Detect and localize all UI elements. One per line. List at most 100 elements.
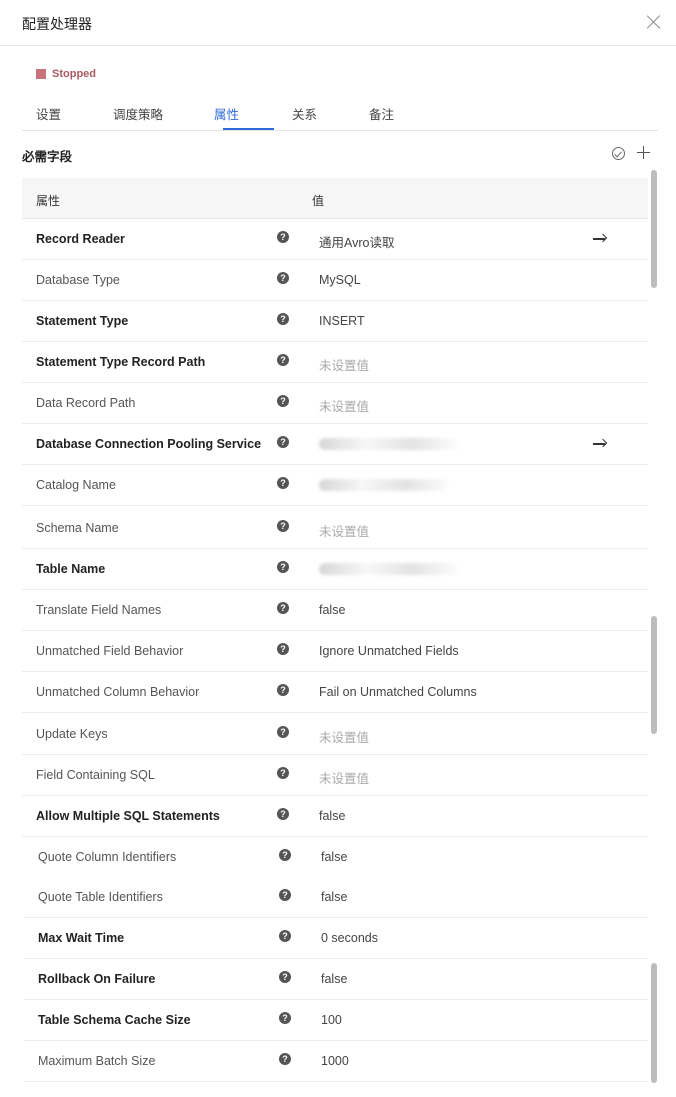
table-row[interactable]: Rollback On Failure? false xyxy=(24,959,648,1000)
table-row[interactable]: Schema Name? 未设置值 xyxy=(22,508,648,549)
property-name: Schema Name xyxy=(36,521,119,535)
help-icon[interactable]: ? xyxy=(277,726,289,738)
table-row[interactable]: Database Type? MySQL xyxy=(22,260,648,301)
property-name: Database Connection Pooling Service xyxy=(36,437,262,451)
tab-relationships[interactable]: 关系 xyxy=(292,104,317,123)
table-row[interactable]: Translate Field Names? false xyxy=(22,590,648,631)
property-name: Quote Table Identifiers xyxy=(38,890,163,904)
table-row[interactable]: Unmatched Field Behavior? Ignore Unmatche… xyxy=(22,631,648,672)
check-circle-icon[interactable] xyxy=(612,147,625,160)
table-row[interactable]: Record Reader? 通用Avro读取 xyxy=(22,219,648,260)
table-row[interactable]: Max Wait Time? 0 seconds xyxy=(24,918,648,959)
help-icon[interactable]: ? xyxy=(279,849,291,861)
help-icon[interactable]: ? xyxy=(279,1012,291,1024)
table-row[interactable]: Quote Column Identifiers? false xyxy=(24,837,648,878)
arrow-right-icon[interactable] xyxy=(593,443,605,445)
tab-properties[interactable]: 属性 xyxy=(214,104,239,123)
scrollbar-thumb[interactable] xyxy=(651,170,657,288)
property-value[interactable]: MySQL xyxy=(319,273,361,287)
property-value[interactable]: 0 seconds xyxy=(321,931,378,945)
help-icon[interactable]: ? xyxy=(277,395,289,407)
table-row[interactable]: Allow Multiple SQL Statements? false xyxy=(22,796,648,837)
help-icon[interactable]: ? xyxy=(277,272,289,284)
scrollbar-thumb[interactable] xyxy=(651,616,657,734)
table-row[interactable]: Unmatched Column Behavior? Fail on Unmatc… xyxy=(22,672,648,713)
property-name: Allow Multiple SQL Statements xyxy=(36,809,220,823)
property-value[interactable]: 未设置值 xyxy=(319,768,369,787)
tab-settings[interactable]: 设置 xyxy=(36,104,61,123)
property-value[interactable]: 未设置值 xyxy=(319,355,369,374)
property-value[interactable]: false xyxy=(319,603,345,617)
help-icon[interactable]: ? xyxy=(277,561,289,573)
property-name: Field Containing SQL xyxy=(36,768,155,782)
help-icon[interactable]: ? xyxy=(277,643,289,655)
property-name: Translate Field Names xyxy=(36,603,162,617)
table-row[interactable]: Table Name? xyxy=(22,549,648,590)
help-icon[interactable]: ? xyxy=(277,313,289,325)
status-indicator: Stopped xyxy=(36,68,96,80)
help-icon[interactable]: ? xyxy=(279,971,291,983)
property-name: Statement Type Record Path xyxy=(36,355,206,369)
help-icon[interactable]: ? xyxy=(277,808,289,820)
property-name: Statement Type xyxy=(36,314,129,328)
redacted-value xyxy=(319,563,459,575)
arrow-right-icon[interactable] xyxy=(593,238,605,240)
table-row[interactable]: Database Connection Pooling Service? xyxy=(22,424,648,465)
property-name: Table Schema Cache Size xyxy=(38,1013,191,1027)
help-icon[interactable]: ? xyxy=(277,684,289,696)
tab-scheduling[interactable]: 调度策略 xyxy=(113,104,163,123)
property-value[interactable]: INSERT xyxy=(319,314,365,328)
table-row[interactable]: Quote Table Identifiers? false xyxy=(24,877,648,918)
property-name: Maximum Batch Size xyxy=(38,1054,156,1068)
property-name: Update Keys xyxy=(36,727,108,741)
stopped-square-icon xyxy=(36,69,46,79)
property-value[interactable]: 1000 xyxy=(321,1054,349,1068)
property-value[interactable]: 未设置值 xyxy=(319,521,369,540)
property-value[interactable]: false xyxy=(321,850,347,864)
property-value[interactable]: 未设置值 xyxy=(319,727,369,746)
property-name: Table Name xyxy=(36,562,106,576)
table-row[interactable]: Maximum Batch Size? 1000 xyxy=(24,1041,648,1082)
property-value[interactable]: false xyxy=(321,890,347,904)
property-name: Record Reader xyxy=(36,232,125,246)
help-icon[interactable]: ? xyxy=(279,889,291,901)
help-icon[interactable]: ? xyxy=(277,767,289,779)
plus-icon[interactable] xyxy=(637,146,650,159)
scrollbar-thumb[interactable] xyxy=(651,963,657,1083)
property-value[interactable]: 未设置值 xyxy=(319,396,369,415)
table-row[interactable]: Data Record Path? 未设置值 xyxy=(22,383,648,424)
property-value[interactable]: Ignore Unmatched Fields xyxy=(319,644,459,658)
help-icon[interactable]: ? xyxy=(279,930,291,942)
table-row[interactable]: Field Containing SQL? 未设置值 xyxy=(22,755,648,796)
help-icon[interactable]: ? xyxy=(277,354,289,366)
property-name: Catalog Name xyxy=(36,478,116,492)
table-row[interactable]: Table Schema Cache Size? 100 xyxy=(24,1000,648,1041)
table-row[interactable]: Statement Type? INSERT xyxy=(22,301,648,342)
help-icon[interactable]: ? xyxy=(277,231,289,243)
property-name: Rollback On Failure xyxy=(38,972,156,986)
help-icon[interactable]: ? xyxy=(279,1053,291,1065)
property-value[interactable]: false xyxy=(319,809,345,823)
property-value[interactable]: 通用Avro读取 xyxy=(319,232,394,251)
property-value[interactable]: Fail on Unmatched Columns xyxy=(319,685,477,699)
table-header: 属性 值 xyxy=(22,178,648,219)
property-name: Database Type xyxy=(36,273,120,287)
property-value[interactable]: 100 xyxy=(321,1013,342,1027)
property-name: Max Wait Time xyxy=(38,931,125,945)
tab-bar: 设置 调度策略 属性 关系 备注 xyxy=(22,96,658,131)
help-icon[interactable]: ? xyxy=(277,477,289,489)
help-icon[interactable]: ? xyxy=(277,520,289,532)
property-name: Data Record Path xyxy=(36,396,136,410)
dialog-header: 配置处理器 xyxy=(0,0,676,46)
header-value: 值 xyxy=(312,194,325,208)
status-label: Stopped xyxy=(52,68,96,80)
property-value[interactable]: false xyxy=(321,972,347,986)
table-row[interactable]: Statement Type Record Path? 未设置值 xyxy=(22,342,648,383)
help-icon[interactable]: ? xyxy=(277,602,289,614)
help-icon[interactable]: ? xyxy=(277,436,289,448)
table-row[interactable]: Update Keys? 未设置值 xyxy=(22,714,648,755)
property-name: Unmatched Column Behavior xyxy=(36,685,200,699)
table-row[interactable]: Catalog Name? xyxy=(22,465,648,506)
close-icon[interactable] xyxy=(646,14,662,30)
tab-comments[interactable]: 备注 xyxy=(369,104,394,123)
